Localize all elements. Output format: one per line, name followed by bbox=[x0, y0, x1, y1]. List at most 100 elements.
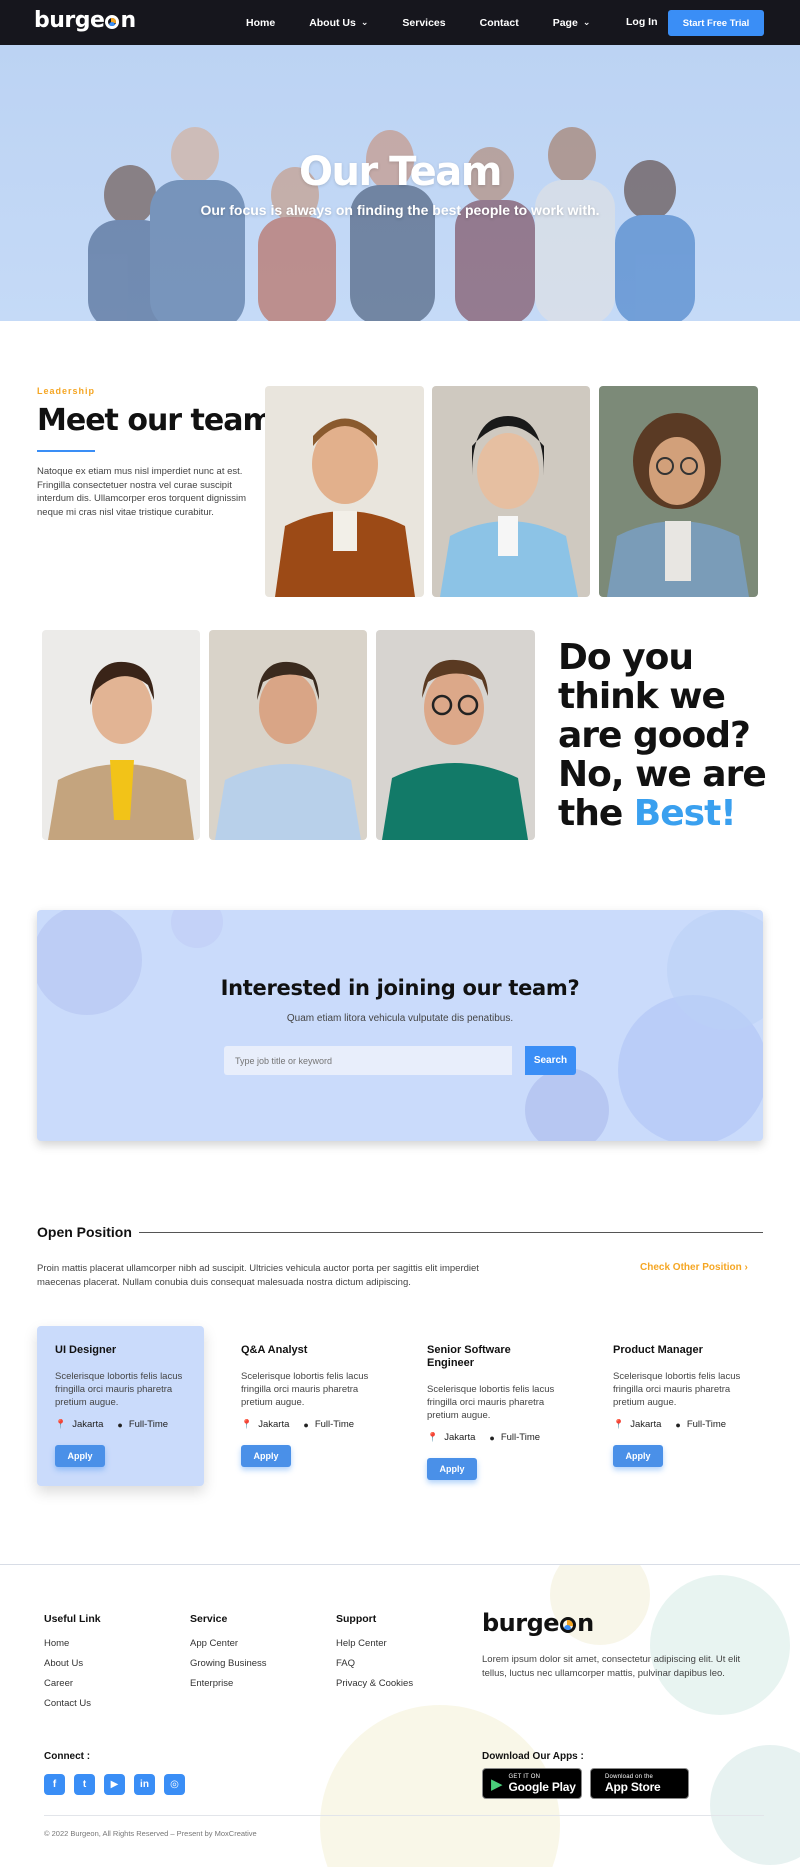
location-pin-icon: 📍 bbox=[613, 1419, 625, 1429]
job-meta: 📍 Jakarta ● Full-Time bbox=[427, 1432, 540, 1443]
apply-button[interactable]: Apply bbox=[55, 1445, 105, 1467]
nav-about-us[interactable]: About Us ⌄ bbox=[309, 17, 368, 29]
footer-link-career[interactable]: Career bbox=[44, 1678, 73, 1689]
logo-mark-icon bbox=[560, 1616, 577, 1633]
twitter-icon[interactable]: t bbox=[74, 1774, 95, 1795]
youtube-icon[interactable]: ▶ bbox=[104, 1774, 125, 1795]
job-title: Product Manager bbox=[613, 1344, 703, 1356]
job-search-input[interactable] bbox=[224, 1046, 512, 1075]
login-link[interactable]: Log In bbox=[626, 16, 658, 28]
nav-contact[interactable]: Contact bbox=[480, 17, 519, 29]
hero-banner: Our Team Our focus is always on finding … bbox=[0, 45, 800, 321]
chevron-down-icon: ⌄ bbox=[582, 17, 591, 27]
nav-page[interactable]: Page ⌄ bbox=[553, 17, 591, 29]
clock-icon: ● bbox=[117, 1419, 123, 1430]
app-store-button[interactable]: Download on the App Store bbox=[590, 1768, 689, 1799]
footer: Useful Link Home About Us Career Contact… bbox=[0, 1564, 800, 1867]
apply-button[interactable]: Apply bbox=[613, 1445, 663, 1467]
logo[interactable]: burge n bbox=[34, 8, 136, 33]
footer-useful-link-heading: Useful Link bbox=[44, 1613, 101, 1625]
job-meta: 📍 Jakarta ● Full-Time bbox=[613, 1419, 726, 1430]
apply-button[interactable]: Apply bbox=[427, 1458, 477, 1480]
job-card-qa-analyst[interactable]: Q&A Analyst Scelerisque lobortis felis l… bbox=[223, 1326, 390, 1486]
tagline-line: the Best! bbox=[558, 794, 798, 833]
nav-services[interactable]: Services bbox=[402, 17, 445, 29]
tagline-line: Do you bbox=[558, 637, 694, 678]
nav-links: Home About Us ⌄ Services Contact Page ⌄ bbox=[246, 0, 624, 45]
nav-home[interactable]: Home bbox=[246, 17, 275, 29]
job-meta: 📍 Jakarta ● Full-Time bbox=[241, 1419, 354, 1430]
google-play-button[interactable]: ▶ GET IT ON Google Play bbox=[482, 1768, 582, 1799]
footer-link-faq[interactable]: FAQ bbox=[336, 1658, 355, 1669]
divider bbox=[139, 1232, 763, 1233]
tagline-line: think we bbox=[558, 676, 726, 717]
tagline-line: are good? bbox=[558, 715, 751, 756]
hero-title: Our Team bbox=[299, 149, 502, 195]
location-pin-icon: 📍 bbox=[427, 1432, 439, 1442]
nav-page-label: Page bbox=[552, 16, 578, 29]
leadership-text: Natoque ex etiam mus nisl imperdiet nunc… bbox=[37, 466, 247, 518]
job-description: Scelerisque lobortis felis lacus fringil… bbox=[241, 1371, 369, 1408]
footer-link-privacy[interactable]: Privacy & Cookies bbox=[336, 1678, 413, 1689]
chevron-down-icon: ⌄ bbox=[360, 17, 369, 27]
app-store-text: Download on the App Store bbox=[605, 1774, 661, 1794]
footer-link-app-center[interactable]: App Center bbox=[190, 1638, 238, 1649]
open-position-text: Proin mattis placerat ullamcorper nibh a… bbox=[37, 1263, 479, 1288]
job-type: Full-Time bbox=[128, 1419, 169, 1430]
footer-link-help-center[interactable]: Help Center bbox=[336, 1638, 387, 1649]
team-member-photo bbox=[376, 630, 535, 840]
footer-logo[interactable]: burge n bbox=[482, 1609, 594, 1637]
footer-divider bbox=[44, 1815, 764, 1816]
download-apps-label: Download Our Apps : bbox=[482, 1751, 584, 1762]
team-member-photo bbox=[432, 386, 590, 597]
join-title: Interested in joining our team? bbox=[220, 976, 580, 1000]
chevron-right-icon: › bbox=[744, 1262, 748, 1273]
linkedin-icon[interactable]: in bbox=[134, 1774, 155, 1795]
job-location: Jakarta bbox=[258, 1419, 290, 1430]
apply-button[interactable]: Apply bbox=[241, 1445, 291, 1467]
team-member-photo bbox=[599, 386, 758, 597]
job-location: Jakarta bbox=[630, 1419, 662, 1430]
logo-mark-icon bbox=[105, 15, 120, 29]
facebook-icon[interactable]: f bbox=[44, 1774, 65, 1795]
meet-team-heading: Meet our team bbox=[37, 403, 274, 438]
copyright: © 2022 Burgeon, All Rights Reserved – Pr… bbox=[44, 1829, 257, 1838]
check-link-label: Check Other Position bbox=[640, 1262, 742, 1273]
footer-link-home[interactable]: Home bbox=[44, 1638, 69, 1649]
job-description: Scelerisque lobortis felis lacus fringil… bbox=[613, 1371, 741, 1408]
start-free-trial-button[interactable]: Start Free Trial bbox=[668, 10, 764, 36]
search-button[interactable]: Search bbox=[525, 1046, 576, 1075]
join-team-panel: Interested in joining our team? Quam eti… bbox=[37, 910, 763, 1141]
store-big-text: App Store bbox=[605, 1779, 661, 1794]
location-pin-icon: 📍 bbox=[55, 1419, 67, 1429]
footer-link-enterprise[interactable]: Enterprise bbox=[190, 1678, 233, 1689]
join-subtitle: Quam etiam litora vehicula vulputate dis… bbox=[286, 1013, 514, 1024]
footer-link-contact-us[interactable]: Contact Us bbox=[44, 1698, 91, 1709]
tagline-highlight: Best! bbox=[633, 793, 737, 834]
job-location: Jakarta bbox=[444, 1432, 476, 1443]
google-play-icon: ▶ bbox=[491, 1775, 503, 1793]
job-card-senior-software-engineer[interactable]: Senior Software Engineer Scelerisque lob… bbox=[409, 1326, 576, 1486]
job-title: UI Designer bbox=[55, 1344, 117, 1356]
tagline-line: No, we are bbox=[558, 754, 767, 795]
check-other-position-link[interactable]: Check Other Position › bbox=[640, 1262, 748, 1273]
nav-contact-label: Contact bbox=[479, 16, 519, 29]
store-small-text: Download on the bbox=[605, 1773, 654, 1780]
job-type: Full-Time bbox=[314, 1419, 355, 1430]
footer-service-heading: Service bbox=[190, 1613, 228, 1625]
footer-support-heading: Support bbox=[336, 1613, 377, 1625]
team-member-photo bbox=[209, 630, 367, 840]
top-nav: burge n Home About Us ⌄ Services Contact P… bbox=[0, 0, 800, 45]
store-big-text: Google Play bbox=[508, 1779, 576, 1794]
tagline-heading: Do you think we are good? No, we are the… bbox=[558, 638, 798, 833]
footer-link-about-us[interactable]: About Us bbox=[44, 1658, 83, 1669]
nav-home-label: Home bbox=[246, 16, 276, 29]
job-card-product-manager[interactable]: Product Manager Scelerisque lobortis fel… bbox=[595, 1326, 762, 1486]
footer-decorative-blobs bbox=[320, 1565, 800, 1867]
instagram-icon[interactable]: ◎ bbox=[164, 1774, 185, 1795]
footer-link-growing-business[interactable]: Growing Business bbox=[190, 1658, 267, 1669]
decorative-blobs bbox=[37, 910, 763, 1141]
nav-about-label: About Us bbox=[309, 16, 356, 29]
clock-icon: ● bbox=[675, 1419, 681, 1430]
job-card-ui-designer[interactable]: UI Designer Scelerisque lobortis felis l… bbox=[37, 1326, 204, 1486]
